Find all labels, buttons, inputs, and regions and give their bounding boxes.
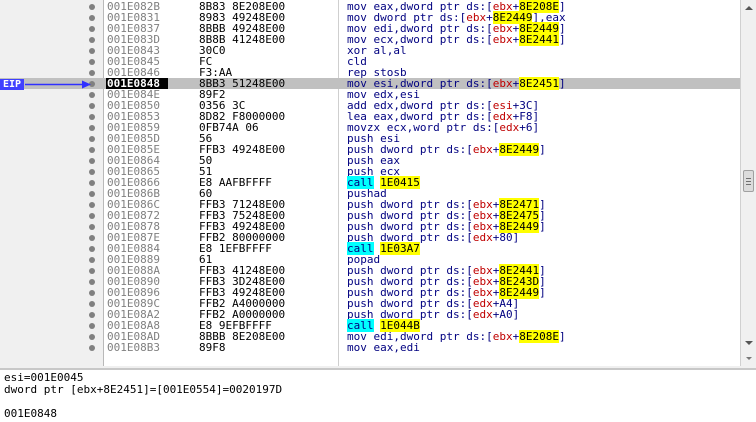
- scroll-up-icon: [745, 6, 753, 10]
- instruction-row[interactable]: 001E08B3 89F8 mov eax,edi: [0, 342, 740, 353]
- breakpoint-dot-icon[interactable]: [89, 59, 95, 65]
- breakpoint-dot-icon[interactable]: [89, 312, 95, 318]
- breakpoint-dot-icon[interactable]: [89, 92, 95, 98]
- info-pane[interactable]: esi=001E0045 dword ptr [ebx+8E2451]=[001…: [0, 368, 756, 422]
- operand-token: mov eax,edi: [347, 341, 420, 354]
- scroll-down-button[interactable]: [742, 336, 756, 350]
- info-address: 001E0848: [4, 407, 57, 420]
- scroll-up-button[interactable]: [742, 1, 756, 15]
- scroll-down-icon: [745, 341, 753, 345]
- breakpoint-dot-icon[interactable]: [89, 180, 95, 186]
- breakpoint-dot-icon[interactable]: [89, 136, 95, 142]
- info-memory-value: dword ptr [ebx+8E2451]=[001E0554]=002019…: [4, 383, 283, 396]
- breakpoint-dot-icon[interactable]: [89, 70, 95, 76]
- instruction-text: mov eax,edi: [347, 342, 420, 353]
- breakpoint-dot-icon[interactable]: [89, 323, 95, 329]
- breakpoint-dot-icon[interactable]: [89, 235, 95, 241]
- breakpoint-dot-icon[interactable]: [89, 345, 95, 351]
- breakpoint-dot-icon[interactable]: [89, 147, 95, 153]
- breakpoint-dot-icon[interactable]: [89, 224, 95, 230]
- breakpoint-dot-icon[interactable]: [89, 290, 95, 296]
- disassembly-pane[interactable]: 001E082B 8B83 8E208E00 mov eax,dword ptr d…: [0, 0, 756, 366]
- breakpoint-dot-icon[interactable]: [89, 213, 95, 219]
- breakpoint-dot-icon[interactable]: [89, 334, 95, 340]
- breakpoint-dot-icon[interactable]: [89, 15, 95, 21]
- scroll-thumb[interactable]: [743, 170, 754, 192]
- breakpoint-dot-icon[interactable]: [89, 26, 95, 32]
- eip-arrow-icon: [25, 80, 91, 89]
- breakpoint-dot-icon[interactable]: [89, 169, 95, 175]
- instruction-address: 001E08B3: [107, 341, 160, 354]
- breakpoint-dot-icon[interactable]: [89, 48, 95, 54]
- eip-label: EIP: [0, 79, 25, 90]
- breakpoint-dot-icon[interactable]: [89, 37, 95, 43]
- breakpoint-dot-icon[interactable]: [89, 158, 95, 164]
- breakpoint-dot-icon[interactable]: [89, 268, 95, 274]
- breakpoint-dot-icon[interactable]: [89, 103, 95, 109]
- breakpoint-dot-icon[interactable]: [89, 257, 95, 263]
- vertical-scrollbar[interactable]: [740, 0, 756, 366]
- breakpoint-dot-icon[interactable]: [89, 4, 95, 10]
- instruction-bytes: 89F8: [199, 341, 226, 354]
- breakpoint-dot-icon[interactable]: [89, 301, 95, 307]
- breakpoint-dot-icon[interactable]: [89, 279, 95, 285]
- breakpoint-dot-icon[interactable]: [89, 114, 95, 120]
- scroll-down-end-button[interactable]: [742, 351, 756, 365]
- breakpoint-dot-icon[interactable]: [89, 125, 95, 131]
- scroll-down-small-icon: [746, 357, 752, 360]
- breakpoint-dot-icon[interactable]: [89, 191, 95, 197]
- breakpoint-dot-icon[interactable]: [89, 202, 95, 208]
- breakpoint-dot-icon[interactable]: [89, 246, 95, 252]
